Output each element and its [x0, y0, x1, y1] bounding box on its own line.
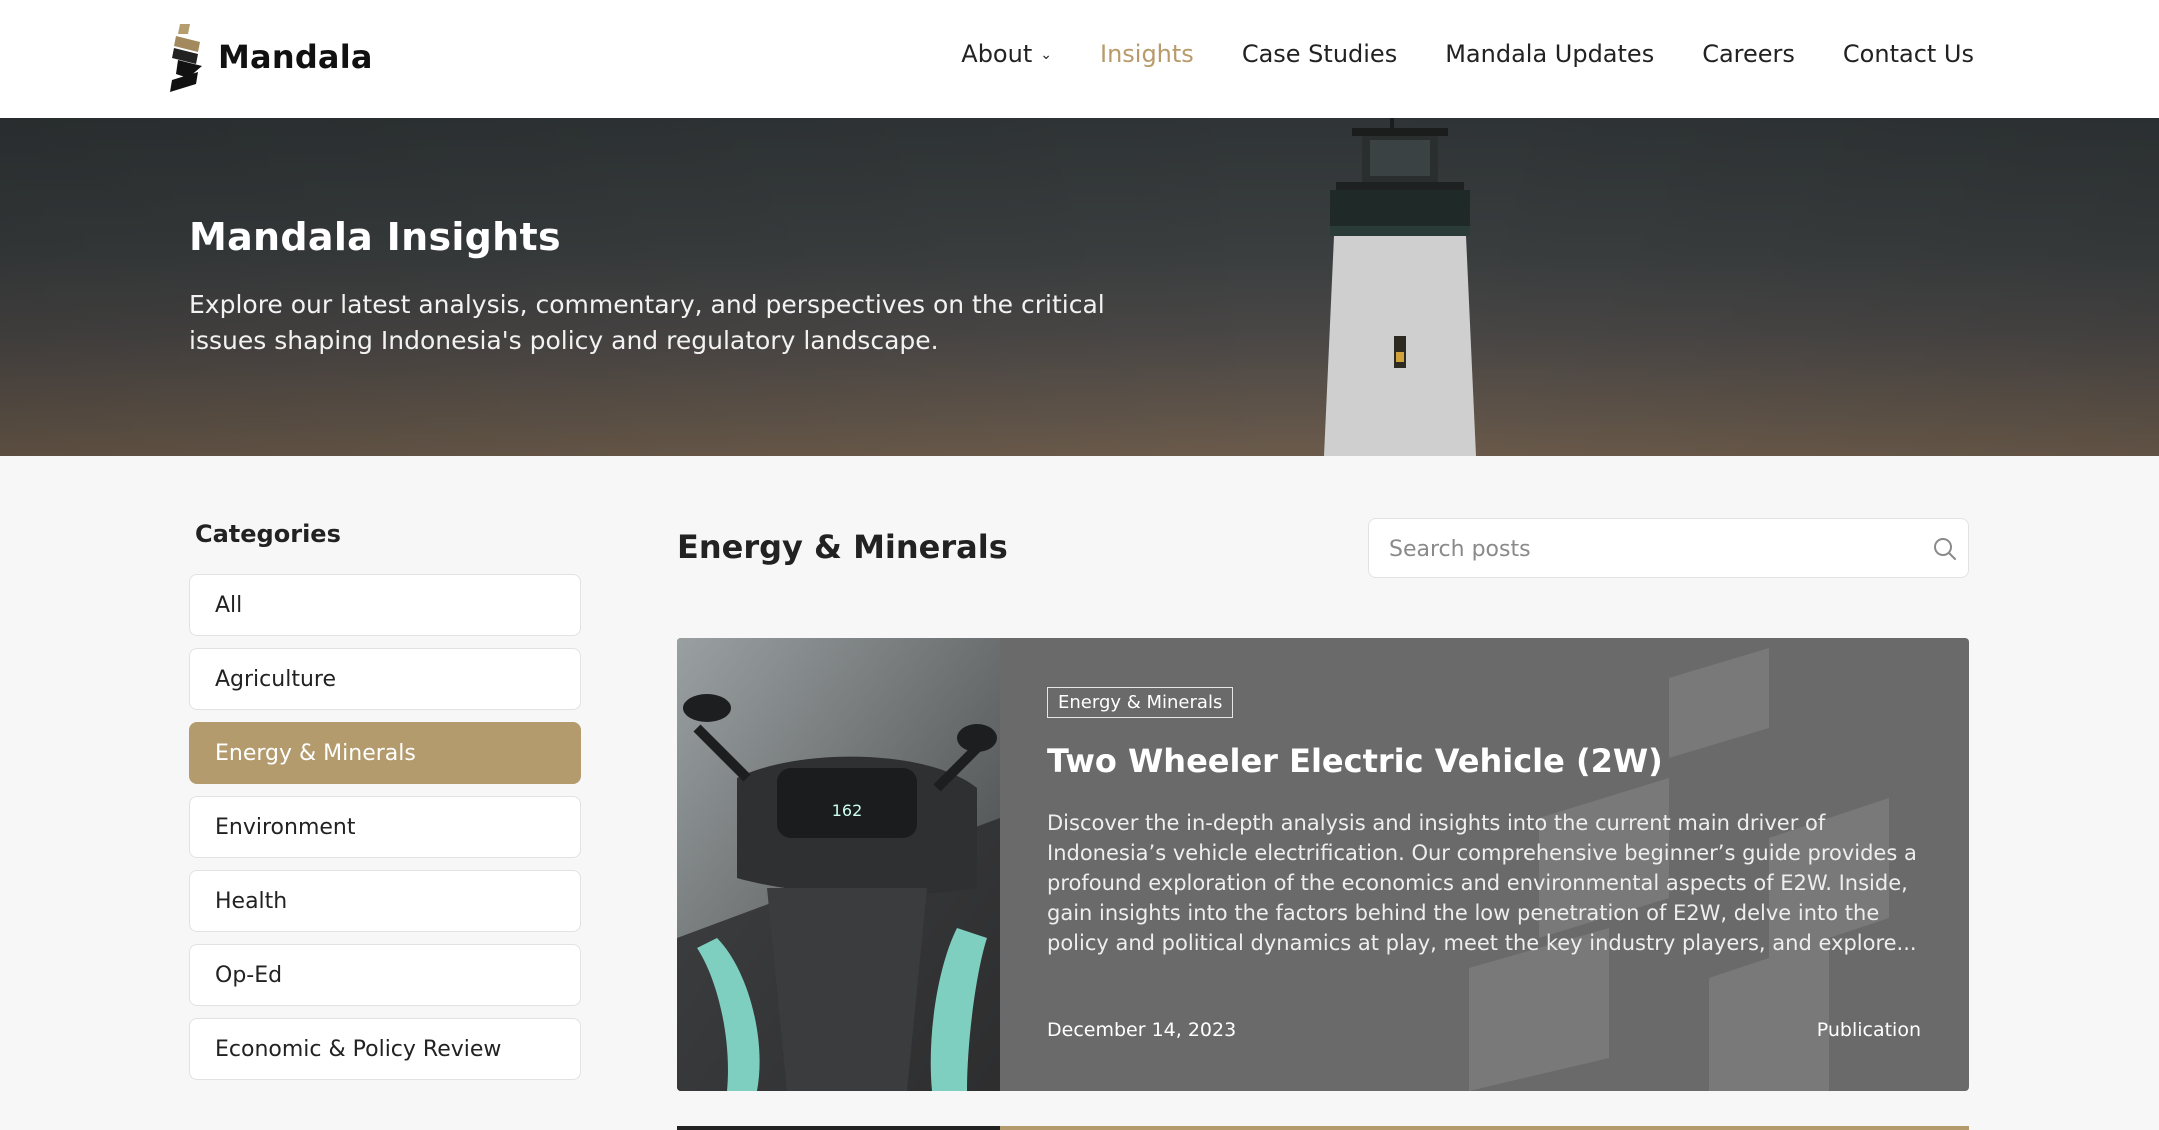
scooter-image: 162 [677, 638, 1000, 1091]
post-description: Discover the in-depth analysis and insig… [1047, 811, 1917, 955]
nav-mandala-updates[interactable]: Mandala Updates [1445, 40, 1654, 68]
hero-banner: Mandala Insights Explore our latest anal… [0, 118, 2159, 456]
categories-title: Categories [195, 520, 341, 548]
nav-case-studies[interactable]: Case Studies [1242, 40, 1397, 68]
nav-about-label: About [961, 40, 1033, 68]
category-agriculture[interactable]: Agriculture [189, 648, 581, 710]
post-type: Publication [1816, 1019, 1921, 1041]
post-tag[interactable]: Energy & Minerals [1047, 687, 1234, 718]
nav-about[interactable]: About ⌄ [961, 40, 1052, 68]
category-energy-minerals[interactable]: Energy & Minerals [189, 722, 581, 784]
search-input[interactable] [1387, 519, 1911, 579]
chevron-down-icon: ⌄ [1040, 47, 1052, 63]
nav-careers[interactable]: Careers [1702, 40, 1795, 68]
nav-contact-us[interactable]: Contact Us [1843, 40, 1974, 68]
speedometer-readout: 162 [832, 801, 863, 820]
section-title: Energy & Minerals [677, 528, 1008, 566]
mandala-logo-icon[interactable] [168, 24, 208, 92]
category-health[interactable]: Health [189, 870, 581, 932]
main-nav: About ⌄ Insights Case Studies Mandala Up… [961, 40, 1974, 68]
brand-name[interactable]: Mandala [218, 38, 373, 76]
categories-list: All Agriculture Energy & Minerals Enviro… [189, 574, 581, 1080]
hero-subtitle: Explore our latest analysis, commentary,… [189, 290, 1105, 355]
category-environment[interactable]: Environment [189, 796, 581, 858]
category-op-ed[interactable]: Op-Ed [189, 944, 581, 1006]
lighthouse-image [1324, 118, 1476, 456]
search-box [1368, 518, 1969, 579]
next-post-image-edge [677, 1126, 1000, 1130]
post-title[interactable]: Two Wheeler Electric Vehicle (2W) [1047, 742, 1663, 780]
nav-insights[interactable]: Insights [1100, 40, 1194, 68]
hero-title: Mandala Insights [189, 215, 561, 259]
search-icon[interactable] [1932, 536, 1958, 562]
site-header: Mandala About ⌄ Insights Case Studies Ma… [0, 0, 2159, 119]
post-card[interactable]: 162 Energy & Minerals Two Wheeler Electr… [677, 638, 1969, 1091]
post-date: December 14, 2023 [1047, 1019, 1237, 1041]
category-economic-policy-review[interactable]: Economic & Policy Review [189, 1018, 581, 1080]
category-all[interactable]: All [189, 574, 581, 636]
